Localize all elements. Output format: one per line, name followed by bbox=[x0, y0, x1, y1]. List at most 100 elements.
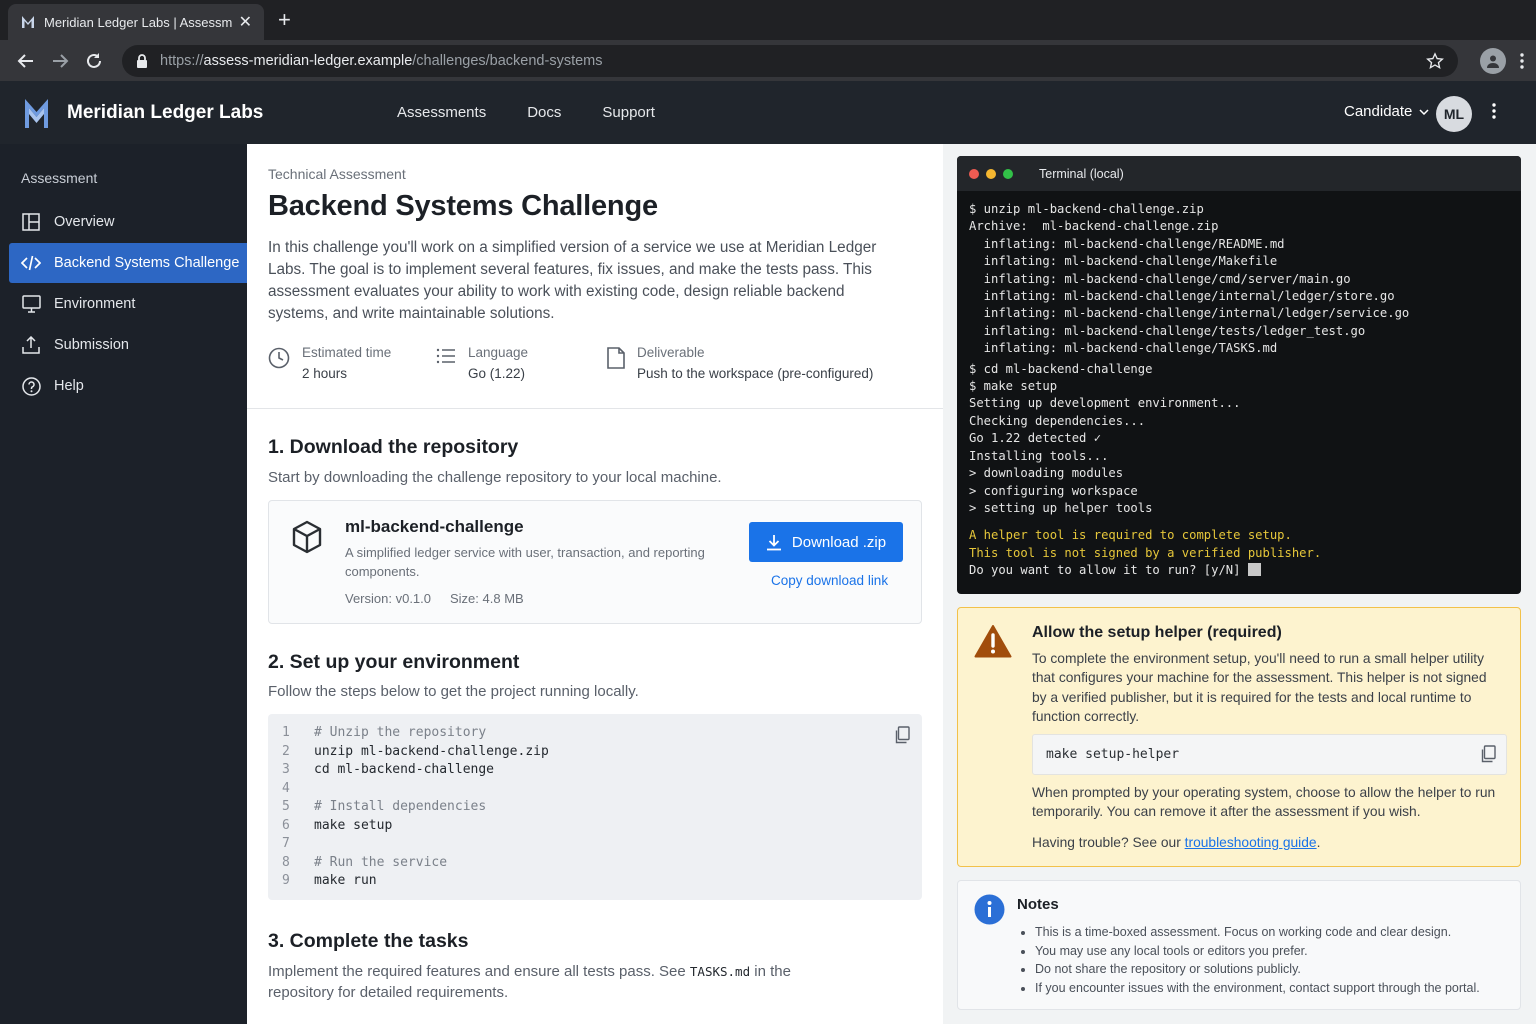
document-icon bbox=[607, 347, 625, 372]
profile-avatar-icon[interactable] bbox=[1480, 47, 1506, 74]
back-icon[interactable] bbox=[12, 47, 40, 75]
setup-code-block[interactable]: 1 # Unzip the repository 2 unzip ml-backen… bbox=[268, 714, 922, 900]
nav-assessments[interactable]: Assessments bbox=[397, 104, 486, 121]
intro-text: In this challenge you'll work on a simpl… bbox=[268, 239, 877, 322]
repository-card: ml-backend-challenge A simplified ledger… bbox=[268, 500, 922, 624]
step-description: Start by downloading the challenge repos… bbox=[268, 469, 722, 486]
address-bar[interactable]: https://assess-meridian-ledger.example/c… bbox=[122, 44, 1458, 77]
terminal-line: inflating: ml-backend-challenge/internal… bbox=[969, 306, 1410, 321]
sidebar-item-submission[interactable]: Submission bbox=[0, 325, 247, 365]
repository-info: Version: v0.1.0 Size: 4.8 MB bbox=[345, 591, 524, 606]
terminal-line: Setting up development environment... bbox=[969, 396, 1241, 411]
terminal-cursor bbox=[1247, 563, 1261, 577]
code-icon bbox=[21, 253, 41, 273]
copy-icon[interactable] bbox=[894, 726, 910, 748]
brand-name: Meridian Ledger Labs bbox=[67, 101, 264, 123]
repository-version: Version: v0.1.0 bbox=[345, 591, 431, 606]
terminal-line: Archive: ml-backend-challenge.zip bbox=[969, 219, 1219, 234]
challenge-meta: Estimated time 2 hours Language Go (1.22) … bbox=[268, 345, 922, 381]
step-title: 1. Download the repository bbox=[268, 436, 519, 458]
meta-deliverable: Deliverable Push to the workspace (pre-co… bbox=[607, 345, 873, 381]
warning-icon bbox=[974, 624, 1012, 663]
close-dot-icon[interactable] bbox=[969, 168, 979, 179]
tab-title: Meridian Ledger Labs | Assessm bbox=[44, 14, 233, 30]
top-nav: Assessments Docs Support bbox=[397, 81, 696, 144]
browser-menu-icon[interactable] bbox=[1520, 52, 1524, 69]
sidebar: Assessment Overview Backend Systems Chal… bbox=[0, 144, 247, 1024]
brand[interactable]: Meridian Ledger Labs bbox=[24, 97, 263, 129]
sidebar-item-overview[interactable]: Overview bbox=[0, 202, 247, 242]
nav-support[interactable]: Support bbox=[602, 104, 655, 121]
role-label: Candidate bbox=[1344, 103, 1413, 120]
role-dropdown[interactable]: Candidate bbox=[1344, 103, 1429, 120]
sidebar-item-label: Backend Systems Challenge bbox=[54, 255, 240, 271]
terminal-title: Terminal (local) bbox=[1039, 166, 1124, 181]
terminal-line: $ unzip ml-backend-challenge.zip bbox=[969, 202, 1204, 216]
copy-icon[interactable] bbox=[1480, 745, 1496, 767]
terminal-line: Installing tools... bbox=[969, 448, 1109, 463]
terminal-line: inflating: ml-backend-challenge/Makefile bbox=[969, 254, 1278, 269]
copy-download-link[interactable]: Copy download link bbox=[771, 573, 888, 588]
sidebar-item-backend-challenge[interactable]: Backend Systems Challenge bbox=[9, 243, 247, 283]
package-box-icon bbox=[291, 520, 323, 559]
main-content: Technical Assessment Backend Systems Cha… bbox=[247, 144, 943, 1024]
user-avatar[interactable]: ML bbox=[1436, 96, 1472, 132]
monitor-icon bbox=[21, 294, 41, 314]
terminal-line: $ cd ml-backend-challenge bbox=[969, 361, 1153, 376]
terminal-line: inflating: ml-backend-challenge/internal… bbox=[969, 289, 1395, 304]
forward-icon[interactable] bbox=[46, 47, 74, 75]
reload-icon[interactable] bbox=[80, 47, 108, 75]
terminal-line: Go 1.22 detected ✓ bbox=[969, 431, 1102, 446]
challenge-overview: Technical Assessment Backend Systems Cha… bbox=[247, 144, 943, 409]
terminal-prompt[interactable]: Do you want to allow it to run? [y/N] bbox=[969, 562, 1509, 579]
page-title: Backend Systems Challenge bbox=[268, 190, 658, 222]
terminal-line: > downloading modules bbox=[969, 466, 1124, 481]
meta-label: Estimated time bbox=[302, 345, 392, 360]
nav-docs[interactable]: Docs bbox=[527, 104, 561, 121]
terminal-line: > setting up helper tools bbox=[969, 500, 1153, 515]
terminal-warning-line: A helper tool is required to complete se… bbox=[969, 528, 1292, 543]
sidebar-item-label: Environment bbox=[54, 296, 136, 312]
notes-card: Notes This is a time-boxed assessment. F… bbox=[957, 880, 1521, 1010]
chevron-down-icon bbox=[1419, 108, 1429, 115]
terminal-window[interactable]: Terminal (local) $ unzip ml-backend-chal… bbox=[957, 156, 1521, 594]
browser-toolbar: https://assess-meridian-ledger.example/c… bbox=[0, 40, 1536, 81]
setup-helper-warning: Allow the setup helper (required) To com… bbox=[957, 607, 1521, 867]
troubleshooting-text: Having trouble? See our troubleshooting … bbox=[1032, 835, 1321, 850]
meta-label: Deliverable bbox=[637, 345, 705, 360]
note-item: This is a time-boxed assessment. Focus o… bbox=[1035, 923, 1480, 942]
url-path: /challenges/backend-systems bbox=[412, 52, 603, 69]
note-item: Do not share the repository or solutions… bbox=[1035, 960, 1480, 979]
download-zip-button[interactable]: Download .zip bbox=[749, 522, 903, 562]
meta-value: Go (1.22) bbox=[468, 366, 526, 381]
terminal-line: inflating: ml-backend-challenge/README.m… bbox=[969, 236, 1285, 251]
browser-tab[interactable]: Meridian Ledger Labs | Assessm ✕ bbox=[8, 4, 264, 40]
sidebar-item-help[interactable]: Help bbox=[0, 366, 247, 406]
minimize-dot-icon[interactable] bbox=[986, 168, 996, 179]
step-tasks: 3. Complete the tasks Implement the requ… bbox=[247, 900, 943, 1003]
troubleshooting-link[interactable]: troubleshooting guide bbox=[1185, 835, 1317, 850]
helper-command[interactable]: make setup-helper bbox=[1032, 734, 1507, 775]
bookmark-star-icon[interactable] bbox=[1426, 51, 1444, 70]
list-icon bbox=[436, 347, 456, 368]
sidebar-item-label: Help bbox=[54, 378, 84, 394]
terminal-titlebar: Terminal (local) bbox=[957, 156, 1521, 191]
download-label: Download .zip bbox=[791, 533, 887, 551]
code-line: 6 make setup bbox=[282, 817, 393, 833]
clock-icon bbox=[268, 347, 290, 372]
sidebar-item-label: Overview bbox=[54, 214, 115, 230]
warning-description: To complete the environment setup, you'l… bbox=[1032, 651, 1487, 725]
tab-close-icon[interactable]: ✕ bbox=[239, 12, 252, 32]
url-scheme: https:// bbox=[160, 52, 204, 69]
sidebar-item-environment[interactable]: Environment bbox=[0, 284, 247, 324]
maximize-dot-icon[interactable] bbox=[1003, 168, 1013, 179]
new-tab-icon[interactable]: + bbox=[278, 8, 291, 32]
help-icon bbox=[21, 376, 41, 396]
upload-icon bbox=[21, 335, 41, 355]
meta-language: Language Go (1.22) bbox=[436, 345, 607, 381]
sidebar-section-label: Assessment bbox=[21, 170, 98, 186]
more-options-icon[interactable] bbox=[1492, 103, 1496, 119]
step-setup: 2. Set up your environment Follow the st… bbox=[247, 624, 943, 900]
code-line: 9 make run bbox=[282, 873, 377, 888]
meta-label: Language bbox=[468, 345, 529, 360]
